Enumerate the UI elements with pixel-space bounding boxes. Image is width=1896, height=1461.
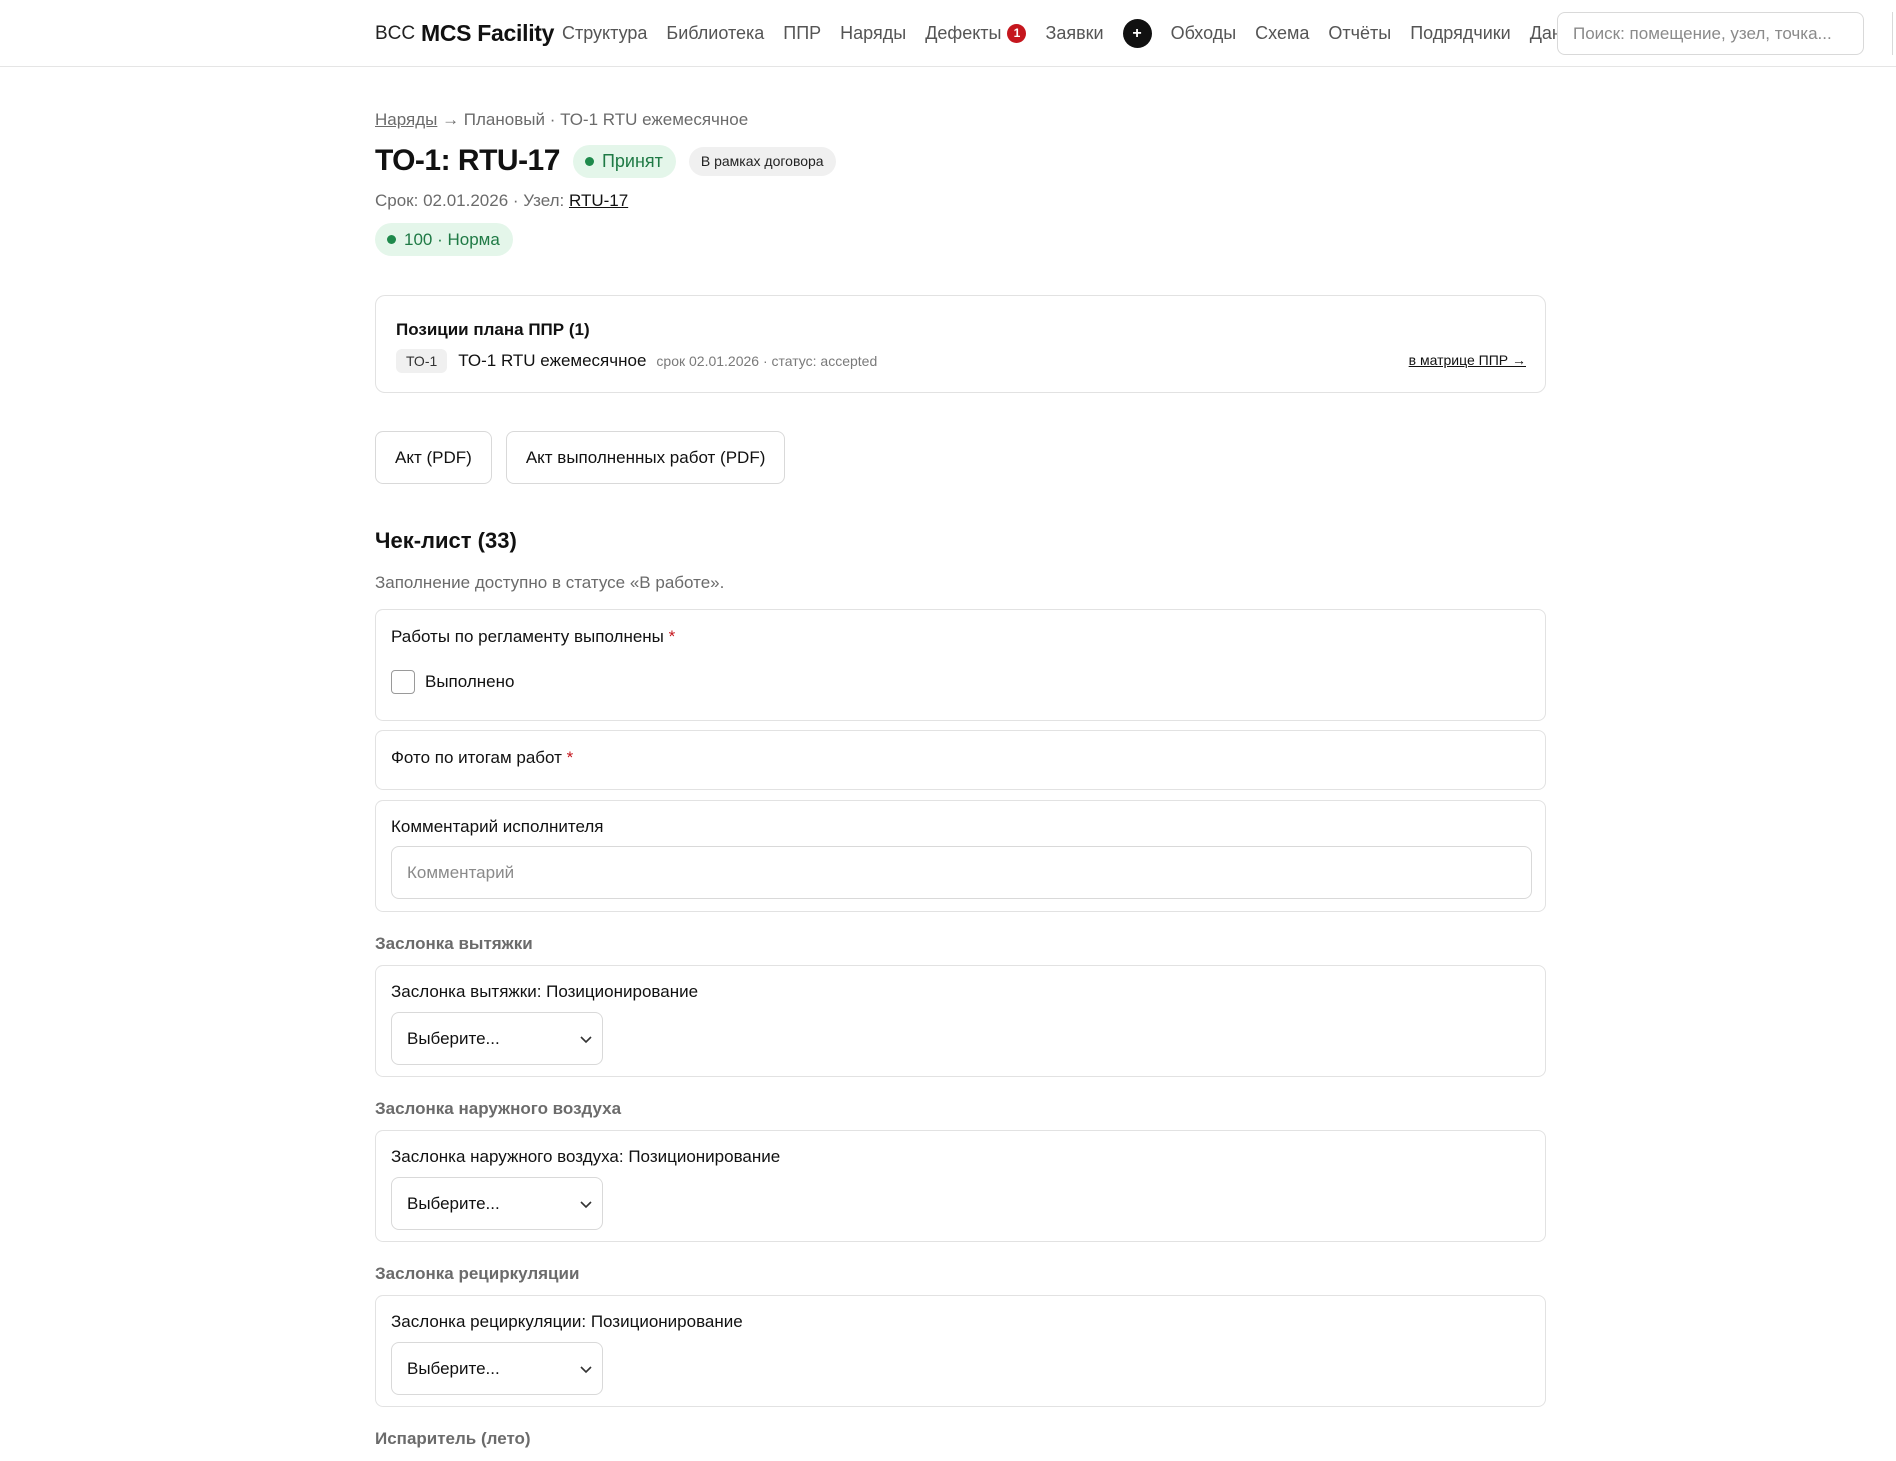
order-meta-text: Срок: 02.01.2026 · Узел:: [375, 191, 569, 210]
top-navigation: BCC MCS Facility Структура Библиотека ПП…: [0, 0, 1896, 67]
works-done-label: Работы по регламенту выполнены *: [391, 627, 675, 647]
checklist-item-outdoor-air-damper: Заслонка наружного воздуха: Позициониров…: [375, 1130, 1546, 1242]
status-label: Принят: [601, 150, 663, 171]
title-row: ТО-1: RTU-17 Принят В рамках договора: [375, 142, 836, 180]
nav-item-work-orders[interactable]: Наряды: [840, 23, 906, 44]
recirculation-damper-select[interactable]: Выберите...: [391, 1342, 603, 1395]
status-badge: Принят: [572, 144, 676, 178]
group-title-evaporator-summer: Испаритель (лето): [375, 1429, 531, 1448]
contract-badge: В рамках договора: [688, 146, 836, 176]
chevron-down-icon: [580, 1201, 592, 1209]
plan-position-row: ТО-1 ТО-1 RTU ежемесячное срок 02.01.202…: [396, 348, 1526, 373]
required-mark: *: [668, 627, 676, 646]
group-title-outdoor-air-damper: Заслонка наружного воздуха: [375, 1099, 622, 1118]
checklist-item-recirculation-damper: Заслонка рециркуляции: Позиционирование …: [375, 1295, 1546, 1407]
exhaust-damper-select[interactable]: Выберите...: [391, 1012, 603, 1065]
ppr-matrix-link[interactable]: в матрице ППР →: [1409, 352, 1526, 368]
group-title-exhaust-damper: Заслонка вытяжки: [375, 934, 533, 953]
order-meta: Срок: 02.01.2026 · Узел: RTU-17: [375, 191, 628, 211]
chevron-down-icon: [580, 1366, 592, 1374]
checklist-note: Заполнение доступно в статусе «В работе»…: [375, 573, 725, 592]
photo-label-text: Фото по итогам работ: [391, 748, 562, 767]
score-label: 100 · Норма: [404, 229, 500, 249]
plan-positions-title: Позиции плана ППР (1): [396, 320, 590, 339]
search-input[interactable]: [1557, 12, 1864, 55]
breadcrumb-link-work-orders[interactable]: Наряды: [375, 110, 437, 129]
works-done-checkbox-row[interactable]: Выполнено: [391, 670, 514, 694]
chevron-down-icon: [580, 1036, 592, 1044]
nav-item-rounds[interactable]: Обходы: [1171, 23, 1237, 44]
exhaust-damper-select-value: Выберите...: [407, 1028, 500, 1048]
nav-menu: Структура Библиотека ППР Наряды Дефекты …: [562, 0, 1614, 67]
plan-positions-card: Позиции плана ППР (1) ТО-1 ТО-1 RTU ежем…: [375, 295, 1546, 393]
nav-item-reports[interactable]: Отчёты: [1328, 23, 1391, 44]
defects-count-badge: 1: [1007, 24, 1027, 43]
plan-position-name: ТО-1 RTU ежемесячное: [458, 350, 647, 370]
nav-item-structure[interactable]: Структура: [562, 23, 647, 44]
comment-label: Комментарий исполнителя: [391, 817, 604, 836]
checklist-item-exhaust-damper: Заслонка вытяжки: Позиционирование Выбер…: [375, 965, 1546, 1077]
nav-item-defects-label: Дефекты: [925, 23, 1002, 43]
brand-prefix[interactable]: BCC: [375, 23, 415, 45]
recirculation-damper-select-value: Выберите...: [407, 1358, 500, 1378]
act-buttons: Акт (PDF) Акт выполненных работ (PDF): [375, 431, 799, 484]
works-done-label-text: Работы по регламенту выполнены: [391, 627, 664, 646]
checklist-item-works-done: Работы по регламенту выполнены * Выполне…: [375, 609, 1546, 721]
score-badge: 100 · Норма: [375, 223, 513, 256]
comment-input[interactable]: [391, 846, 1532, 899]
breadcrumb: Наряды → Плановый · ТО-1 RTU ежемесячное: [375, 110, 748, 130]
nav-overflow-edge: [1892, 12, 1896, 55]
group-title-recirculation-damper: Заслонка рециркуляции: [375, 1264, 580, 1283]
breadcrumb-current: → Плановый · ТО-1 RTU ежемесячное: [437, 110, 749, 129]
recirculation-damper-field-label: Заслонка рециркуляции: Позиционирование: [391, 1312, 743, 1331]
checklist-item-comment: Комментарий исполнителя: [375, 800, 1546, 912]
outdoor-air-damper-select-value: Выберите...: [407, 1193, 500, 1213]
brand-name[interactable]: MCS Facility: [421, 20, 554, 47]
required-mark: *: [566, 748, 574, 767]
plan-position-code: ТО-1: [396, 348, 448, 373]
node-link[interactable]: RTU-17: [569, 191, 628, 210]
nav-item-defects[interactable]: Дефекты 1: [925, 23, 1027, 44]
works-act-pdf-button[interactable]: Акт выполненных работ (PDF): [505, 431, 786, 484]
plan-position-meta: срок 02.01.2026 · статус: accepted: [656, 352, 878, 369]
score-dot-icon: [387, 235, 396, 244]
nav-item-library[interactable]: Библиотека: [666, 23, 764, 44]
nav-item-requests[interactable]: Заявки: [1045, 23, 1103, 44]
status-dot-icon: [584, 156, 594, 166]
checklist-title: Чек-лист (33): [375, 528, 517, 553]
create-new-button[interactable]: +: [1122, 19, 1152, 48]
page-title: ТО-1: RTU-17: [375, 144, 560, 177]
exhaust-damper-field-label: Заслонка вытяжки: Позиционирование: [391, 982, 699, 1001]
act-pdf-button[interactable]: Акт (PDF): [375, 431, 492, 484]
works-done-checkbox-label: Выполнено: [425, 672, 515, 691]
outdoor-air-damper-field-label: Заслонка наружного воздуха: Позициониров…: [391, 1147, 781, 1166]
nav-item-ppr[interactable]: ППР: [783, 23, 821, 44]
checklist-item-photo: Фото по итогам работ *: [375, 730, 1546, 790]
works-done-checkbox[interactable]: [391, 670, 415, 694]
nav-item-contractors[interactable]: Подрядчики: [1410, 23, 1510, 44]
photo-label: Фото по итогам работ *: [391, 748, 573, 768]
outdoor-air-damper-select[interactable]: Выберите...: [391, 1177, 603, 1230]
nav-item-scheme[interactable]: Схема: [1255, 23, 1309, 44]
